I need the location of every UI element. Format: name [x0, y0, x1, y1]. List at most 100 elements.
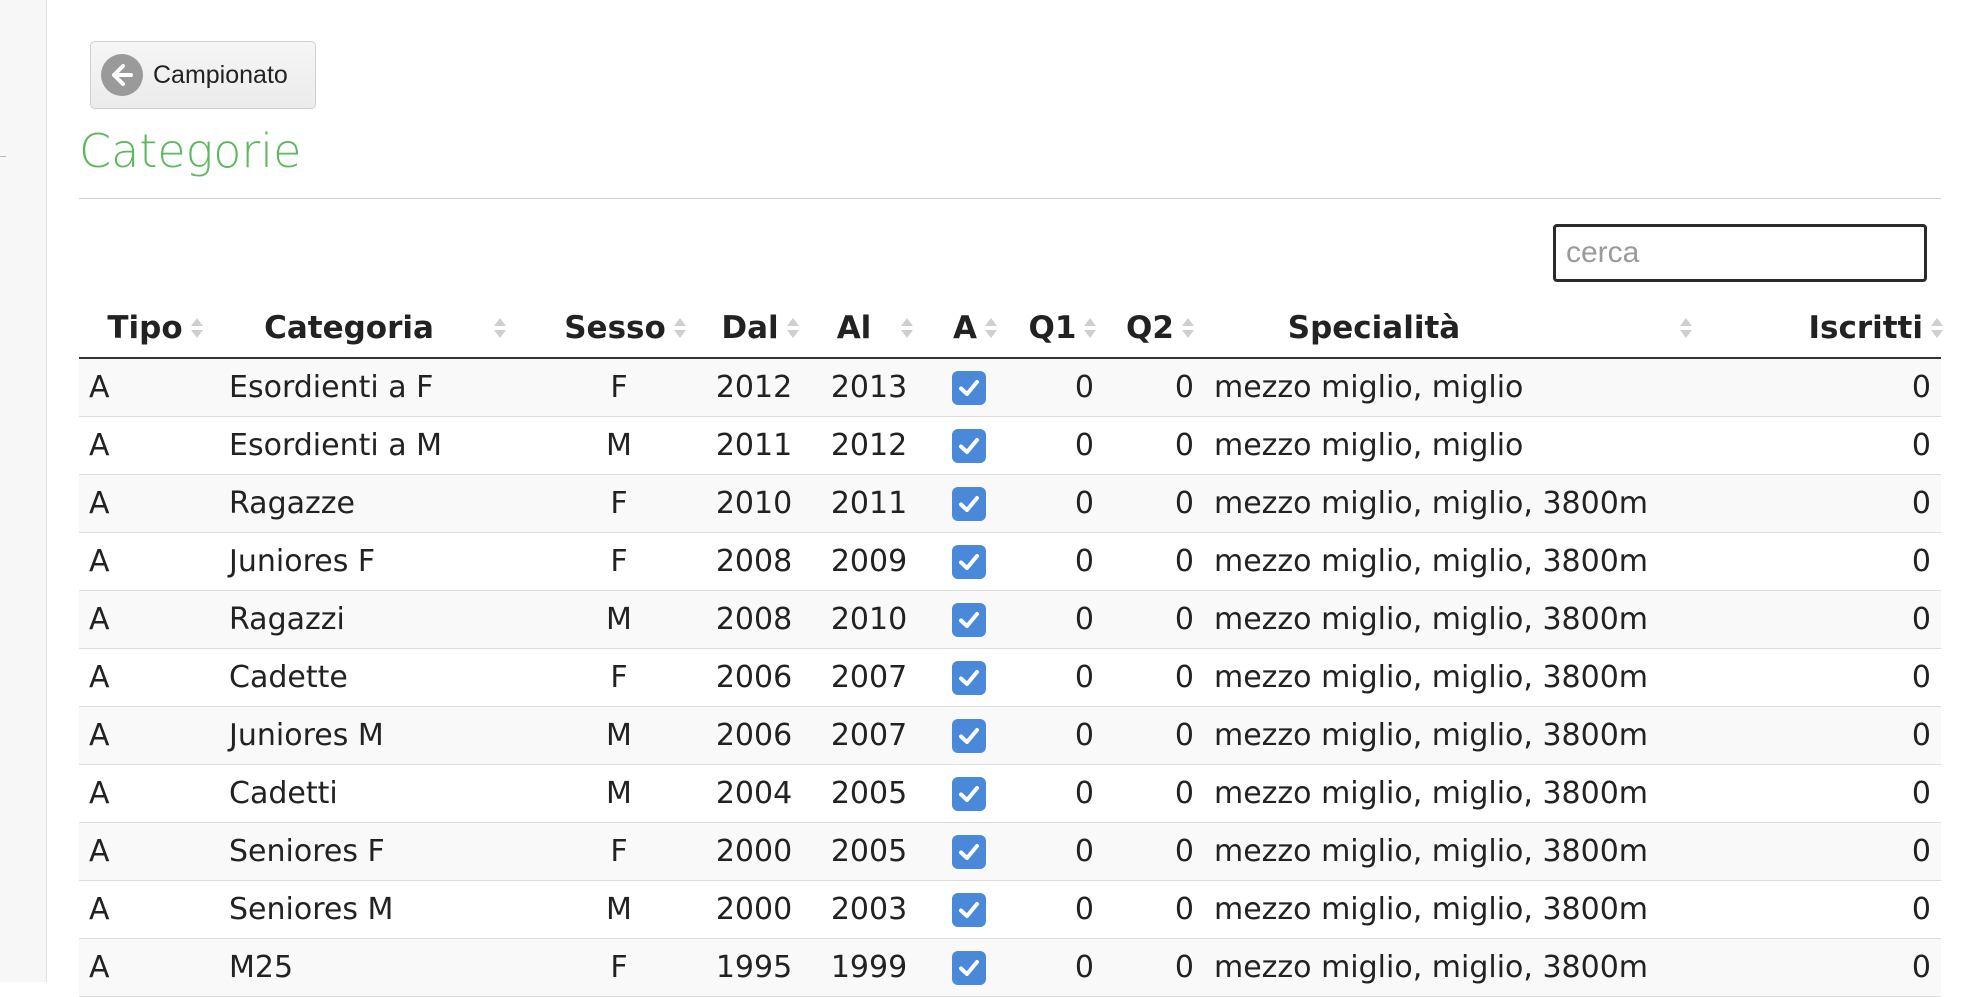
cell-q2: 0: [1104, 474, 1204, 533]
cell-iscritti: 0: [1764, 474, 1941, 533]
cell-q2: 0: [1104, 880, 1204, 939]
cell-al: 2013: [809, 358, 929, 417]
checkbox-checked-icon[interactable]: [952, 660, 986, 695]
checkbox-checked-icon[interactable]: [952, 776, 986, 811]
cell-a: [929, 416, 1009, 475]
table-row[interactable]: A Juniores M M 2006 2007 0 0 mezzo miglio, migl…: [79, 706, 1941, 765]
page-title: Categorie: [79, 124, 302, 178]
cell-specialita: mezzo miglio, miglio, 3800m: [1204, 822, 1764, 881]
cell-tipo: A: [79, 706, 219, 765]
table-row[interactable]: A Seniores F F 2000 2005 0 0 mezzo miglio, migl…: [79, 822, 1941, 881]
cell-al: 2012: [809, 416, 929, 475]
checkbox-checked-icon[interactable]: [952, 602, 986, 637]
cell-tipo: A: [79, 416, 219, 475]
cell-q2: 0: [1104, 532, 1204, 591]
cell-tipo: A: [79, 532, 219, 591]
cell-a: [929, 648, 1009, 707]
cell-iscritti: 0: [1764, 764, 1941, 823]
back-to-campionato-button[interactable]: Campionato: [90, 41, 316, 109]
cell-a: [929, 880, 1009, 939]
cell-sesso: F: [539, 648, 699, 707]
cell-al: 2009: [809, 532, 929, 591]
column-header-q2[interactable]: Q2: [1104, 298, 1204, 359]
cell-categoria: Esordienti a M: [219, 416, 539, 475]
cell-iscritti: 0: [1764, 938, 1941, 997]
cell-al: 2011: [809, 474, 929, 533]
cell-tipo: A: [79, 590, 219, 649]
column-header-q1[interactable]: Q1: [1009, 298, 1104, 359]
table-row[interactable]: A Cadetti M 2004 2005 0 0 mezzo miglio, miglio,…: [79, 764, 1941, 823]
checkbox-checked-icon[interactable]: [952, 834, 986, 869]
cell-tipo: A: [79, 358, 219, 417]
cell-specialita: mezzo miglio, miglio, 3800m: [1204, 590, 1764, 649]
table-row[interactable]: A M25 F 1995 1999 0 0 mezzo miglio, miglio, 380…: [79, 938, 1941, 997]
cell-tipo: A: [79, 764, 219, 823]
cell-sesso: M: [539, 706, 699, 765]
cell-q1: 0: [1009, 358, 1104, 417]
column-header-al[interactable]: Al: [809, 298, 929, 359]
cell-specialita: mezzo miglio, miglio, 3800m: [1204, 938, 1764, 997]
cell-a: [929, 532, 1009, 591]
main-content: Campionato Categorie Tipo Categoria Sess…: [79, 0, 1943, 997]
cell-al: 2005: [809, 822, 929, 881]
cell-dal: 1995: [699, 938, 809, 997]
cell-categoria: Seniores F: [219, 822, 539, 881]
cell-categoria: Cadetti: [219, 764, 539, 823]
cell-specialita: mezzo miglio, miglio, 3800m: [1204, 764, 1764, 823]
column-header-categoria[interactable]: Categoria: [219, 298, 539, 359]
cell-a: [929, 822, 1009, 881]
column-header-iscritti[interactable]: Iscritti: [1764, 298, 1943, 359]
cell-a: [929, 938, 1009, 997]
table-row[interactable]: A Juniores F F 2008 2009 0 0 mezzo miglio, migl…: [79, 532, 1941, 591]
sidebar-divider: [0, 156, 6, 157]
cell-al: 2007: [809, 648, 929, 707]
column-header-specialita[interactable]: Specialità: [1204, 298, 1764, 359]
cell-sesso: F: [539, 532, 699, 591]
cell-specialita: mezzo miglio, miglio, 3800m: [1204, 880, 1764, 939]
cell-sesso: F: [539, 938, 699, 997]
cell-q2: 0: [1104, 764, 1204, 823]
search-input[interactable]: [1553, 224, 1927, 282]
cell-categoria: M25: [219, 938, 539, 997]
cell-q1: 0: [1009, 648, 1104, 707]
checkbox-checked-icon[interactable]: [952, 428, 986, 463]
checkbox-checked-icon[interactable]: [952, 371, 986, 405]
checkbox-checked-icon[interactable]: [952, 544, 986, 579]
cell-dal: 2010: [699, 474, 809, 533]
table-row[interactable]: A Seniores M M 2000 2003 0 0 mezzo miglio, migl…: [79, 880, 1941, 939]
cell-a: [929, 358, 1009, 417]
cell-q2: 0: [1104, 706, 1204, 765]
checkbox-checked-icon[interactable]: [952, 950, 986, 985]
cell-specialita: mezzo miglio, miglio: [1204, 358, 1764, 417]
table-row[interactable]: A Cadette F 2006 2007 0 0 mezzo miglio, miglio,…: [79, 648, 1941, 707]
cell-al: 1999: [809, 938, 929, 997]
categories-table: Tipo Categoria Sesso Dal Al A Q1 Q2 Spec…: [79, 298, 1943, 997]
cell-sesso: M: [539, 764, 699, 823]
column-header-dal[interactable]: Dal: [699, 298, 809, 359]
column-header-a[interactable]: A: [929, 298, 1009, 359]
column-header-sesso[interactable]: Sesso: [539, 298, 699, 359]
cell-tipo: A: [79, 648, 219, 707]
cell-specialita: mezzo miglio, miglio, 3800m: [1204, 648, 1764, 707]
table-row[interactable]: A Ragazzi M 2008 2010 0 0 mezzo miglio, miglio,…: [79, 590, 1941, 649]
cell-sesso: M: [539, 590, 699, 649]
table-row[interactable]: A Esordienti a F F 2012 2013 0 0 mezzo miglio, …: [79, 358, 1941, 417]
checkbox-checked-icon[interactable]: [952, 892, 986, 927]
column-header-tipo[interactable]: Tipo: [79, 298, 219, 359]
checkbox-checked-icon[interactable]: [952, 486, 986, 521]
cell-q1: 0: [1009, 416, 1104, 475]
cell-dal: 2012: [699, 358, 809, 417]
cell-a: [929, 706, 1009, 765]
table-header-row: Tipo Categoria Sesso Dal Al A Q1 Q2 Spec…: [79, 298, 1943, 359]
table-row[interactable]: A Ragazze F 2010 2011 0 0 mezzo miglio, miglio,…: [79, 474, 1941, 533]
checkbox-checked-icon[interactable]: [952, 718, 986, 753]
cell-dal: 2004: [699, 764, 809, 823]
cell-categoria: Ragazzi: [219, 590, 539, 649]
cell-q1: 0: [1009, 880, 1104, 939]
cell-categoria: Juniores M: [219, 706, 539, 765]
cell-q2: 0: [1104, 648, 1204, 707]
cell-categoria: Cadette: [219, 648, 539, 707]
cell-iscritti: 0: [1764, 706, 1941, 765]
cell-tipo: A: [79, 822, 219, 881]
table-row[interactable]: A Esordienti a M M 2011 2012 0 0 mezzo miglio, …: [79, 416, 1941, 475]
